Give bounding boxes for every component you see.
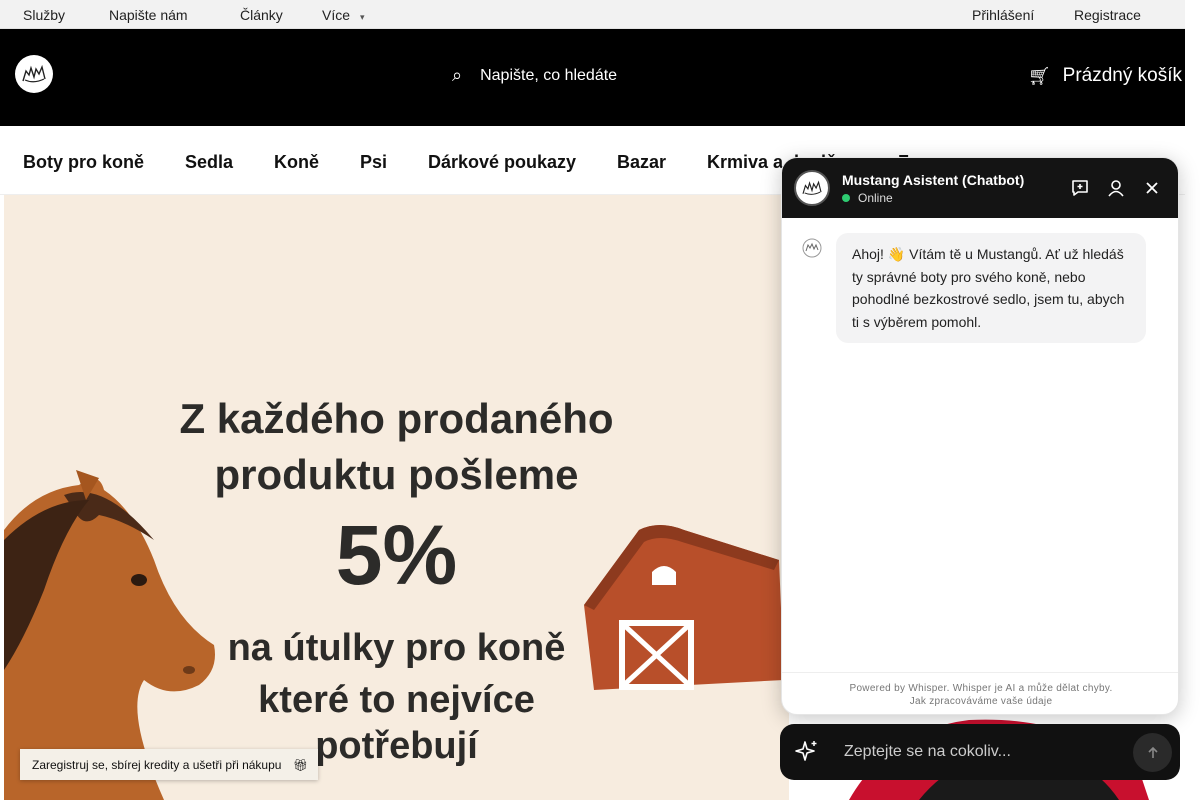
promo-text: Zaregistruj se, sbírej kredity a ušetři … <box>32 758 282 772</box>
chat-header: Mustang Asistent (Chatbot) Online <box>782 158 1178 218</box>
register-promo-bar[interactable]: Zaregistruj se, sbírej kredity a ušetři … <box>20 749 318 780</box>
chatbot-avatar <box>794 170 830 206</box>
bot-welcome-message: Ahoj! 👋 Vítám tě u Mustangů. Ať už hledá… <box>836 233 1146 343</box>
site-logo[interactable] <box>15 55 53 93</box>
send-arrow-icon <box>1147 746 1158 758</box>
topbar-link-contact[interactable]: Napište nám <box>109 7 188 23</box>
login-link[interactable]: Přihlášení <box>972 7 1034 23</box>
nav-item-saddles[interactable]: Sedla <box>185 152 233 173</box>
chat-title: Mustang Asistent (Chatbot) <box>842 172 1025 188</box>
nav-item-horse-boots[interactable]: Boty pro koně <box>23 152 144 173</box>
profile-button[interactable] <box>1105 177 1127 199</box>
banner-line-1: Z každého prodaného <box>179 395 614 442</box>
chat-input-placeholder[interactable]: Zeptejte se na cokoliv... <box>844 743 1011 761</box>
chat-widget: Mustang Asistent (Chatbot) Online Ahoj! … <box>781 157 1179 715</box>
nav-item-gift-vouchers[interactable]: Dárkové poukazy <box>428 152 576 173</box>
new-chat-icon <box>1072 180 1088 196</box>
topbar-link-more[interactable]: Více ▾ <box>322 7 365 23</box>
bot-message-avatar <box>802 238 822 258</box>
horse-logo-icon <box>802 180 822 195</box>
barn-illustration <box>584 525 784 690</box>
privacy-link[interactable]: Jak zpracováváme vaše údaje <box>782 695 1178 708</box>
chat-disclaimer: Powered by Whisper. Whisper je AI a může… <box>782 672 1178 714</box>
new-chat-button[interactable] <box>1069 177 1091 199</box>
user-icon <box>1108 180 1124 197</box>
topbar-more-label: Více <box>322 7 351 23</box>
register-link[interactable]: Registrace <box>1074 7 1141 23</box>
sparkle-icon <box>795 741 817 761</box>
online-indicator <box>842 194 850 202</box>
powered-by-text: Powered by Whisper. Whisper je AI a může… <box>849 683 1113 694</box>
topbar-link-articles[interactable]: Články <box>240 7 283 23</box>
search-field[interactable]: ⌕ Napište, co hledáte <box>452 65 617 86</box>
close-chat-button[interactable] <box>1141 177 1163 199</box>
close-icon <box>1146 182 1158 194</box>
horse-logo-icon <box>22 64 46 83</box>
cart-label: Prázdný košík <box>1062 65 1182 86</box>
top-bar: Služby Napište nám Články Více ▾ Přihláše… <box>0 0 1185 29</box>
nav-item-horses[interactable]: Koně <box>274 152 319 173</box>
cart-icon: 🛒︎ <box>1027 65 1051 86</box>
promo-banner[interactable]: Z každého prodaného produktu pošleme 5% … <box>4 195 789 800</box>
chat-input-bar[interactable]: Zeptejte se na cokoliv... <box>780 724 1180 780</box>
nav-item-dogs[interactable]: Psi <box>360 152 387 173</box>
search-placeholder: Napište, co hledáte <box>480 66 618 84</box>
cart-button[interactable]: 🛒︎ Prázdný košík <box>1028 65 1182 87</box>
site-header: ⌕ Napište, co hledáte 🛒︎ Prázdný košík <box>0 29 1185 126</box>
search-icon: ⌕ <box>452 65 463 85</box>
chevron-down-icon: ▾ <box>360 12 365 22</box>
send-button[interactable] <box>1133 733 1172 772</box>
gift-icon: 🎁︎ <box>292 758 309 772</box>
chat-status-label: Online <box>858 191 893 205</box>
topbar-link-services[interactable]: Služby <box>23 7 65 23</box>
nav-item-bazaar[interactable]: Bazar <box>617 152 666 173</box>
chat-status: Online <box>842 191 893 205</box>
